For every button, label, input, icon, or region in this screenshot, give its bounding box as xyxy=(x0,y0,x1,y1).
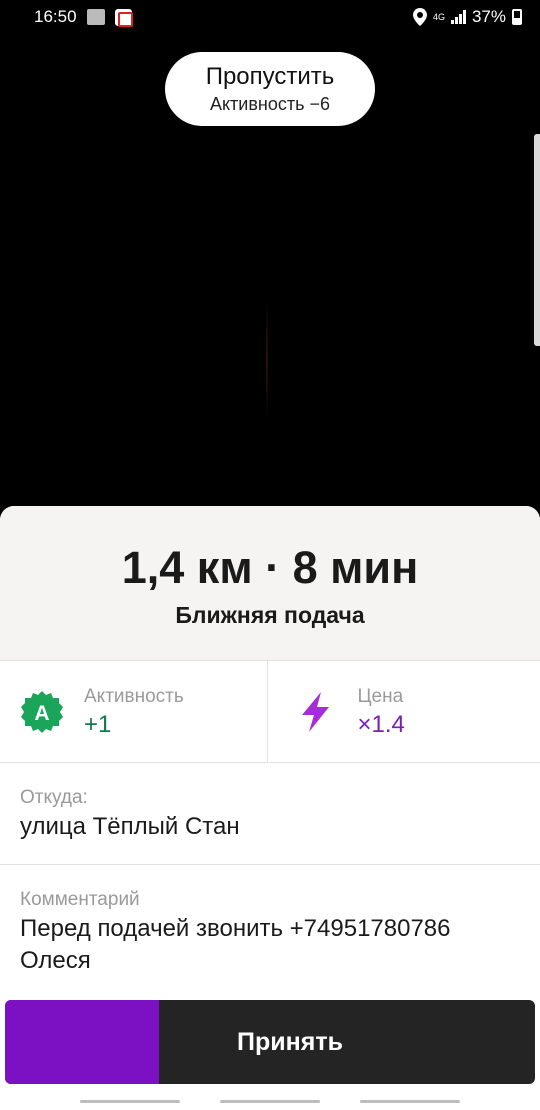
price-text: Цена ×1.4 xyxy=(358,684,405,740)
map-streak xyxy=(266,300,268,420)
activity-badge-icon: A xyxy=(21,690,63,733)
signal-icon xyxy=(450,10,466,24)
order-summary: 1,4 км · 8 мин Ближняя подача xyxy=(0,506,540,661)
price-stat: Цена ×1.4 xyxy=(266,661,540,762)
battery-icon xyxy=(512,9,522,25)
location-pin-icon xyxy=(412,8,427,26)
comment-line-2: Олеся xyxy=(20,947,91,974)
activity-text: Активность +1 xyxy=(84,684,184,740)
status-left: 16:50 xyxy=(34,7,133,27)
system-nav-bar xyxy=(0,1092,540,1110)
from-label: Откуда: xyxy=(20,787,88,808)
status-time: 16:50 xyxy=(34,7,77,26)
nav-back[interactable] xyxy=(80,1099,180,1103)
comment-line-1: Перед подачей звонить +74951780786 xyxy=(20,915,451,942)
from-field: Откуда: улица Тёплый Стан xyxy=(0,763,540,865)
activity-label: Активность xyxy=(84,685,184,707)
stats-row: A Активность +1 Цена ×1.4 xyxy=(0,661,540,763)
activity-badge-letter: A xyxy=(34,702,49,725)
accept-label: Принять xyxy=(237,1027,343,1056)
notification-icon xyxy=(86,9,105,25)
lightning-icon xyxy=(301,691,329,732)
status-right: 4G 37% xyxy=(412,7,522,27)
screen: 16:50 4G 37% Пропустить Активность −6 1,… xyxy=(0,0,540,1110)
pickup-type: Ближняя подача xyxy=(175,602,365,628)
comment-label: Комментарий xyxy=(20,889,140,910)
status-bar: 16:50 4G 37% xyxy=(0,0,540,34)
price-label: Цена xyxy=(357,685,404,707)
comment-field: Комментарий Перед подачей звонить +74951… xyxy=(0,865,540,1005)
battery-percent: 37% xyxy=(471,7,506,26)
activity-value: +1 xyxy=(84,710,112,738)
price-multiplier: ×1.4 xyxy=(357,710,405,738)
edge-panel-handle[interactable] xyxy=(534,134,540,346)
nav-recents[interactable] xyxy=(360,1099,460,1103)
accept-button[interactable]: Принять xyxy=(5,1000,535,1084)
network-type: 4G xyxy=(432,11,445,22)
from-address: улица Тёплый Стан xyxy=(20,813,240,840)
skip-button[interactable]: Пропустить Активность −6 xyxy=(165,52,375,126)
skip-title: Пропустить xyxy=(205,63,335,90)
app-notification-icon xyxy=(114,8,133,27)
nav-home[interactable] xyxy=(220,1099,320,1103)
activity-stat: A Активность +1 xyxy=(0,661,267,762)
skip-activity-penalty: Активность −6 xyxy=(209,94,331,114)
distance-time: 1,4 км · 8 мин xyxy=(121,542,419,593)
